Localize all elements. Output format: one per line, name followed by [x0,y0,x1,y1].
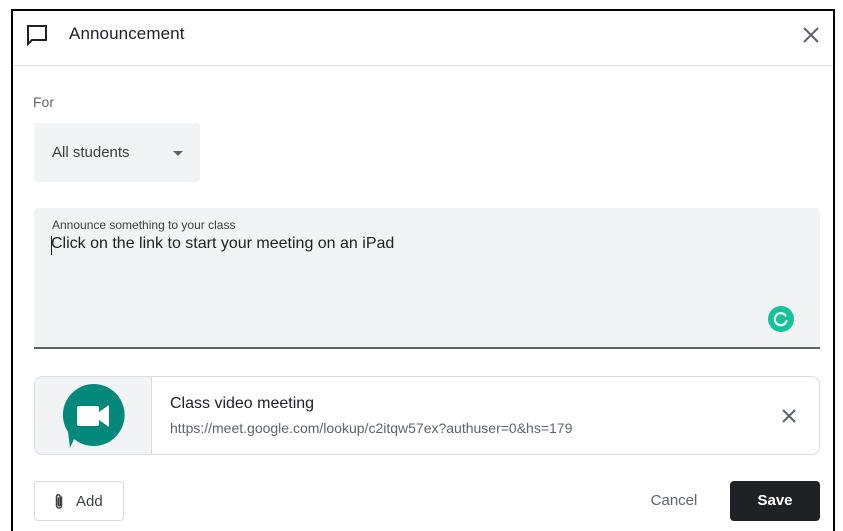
google-meet-icon [62,383,125,448]
dialog-header: Announcement [13,11,833,66]
announcement-icon [27,25,47,47]
save-button-label: Save [757,492,793,509]
close-icon[interactable] [799,23,823,47]
attachment-title: Class video meeting [170,395,315,412]
announcement-text: Click on the link to start your meeting … [51,235,395,252]
for-label: For [33,94,54,110]
attachment-url: https://meet.google.com/lookup/c2itqw57e… [170,420,573,436]
announcement-textarea[interactable]: Announce something to your class Click o… [34,208,820,349]
grammarly-icon[interactable] [768,306,794,332]
chevron-down-icon [173,151,183,156]
announcement-field-label: Announce something to your class [52,218,236,232]
text-cursor [51,236,52,255]
audience-dropdown[interactable]: All students [34,123,200,182]
dialog-title: Announcement [69,24,185,43]
attachment-thumbnail [35,377,152,454]
cancel-button[interactable]: Cancel [629,481,719,521]
save-button[interactable]: Save [730,481,820,521]
attachment-card[interactable]: Class video meeting https://meet.google.… [34,376,820,455]
add-attachment-button[interactable]: Add [34,481,124,521]
announcement-dialog: Announcement For All students Announce s… [11,9,835,531]
remove-attachment-icon[interactable] [777,404,801,428]
audience-selected-value: All students [52,144,130,161]
cancel-button-label: Cancel [650,492,698,509]
paperclip-icon [55,493,63,509]
add-button-label: Add [76,493,103,510]
grammarly-glyph-icon [773,312,788,327]
